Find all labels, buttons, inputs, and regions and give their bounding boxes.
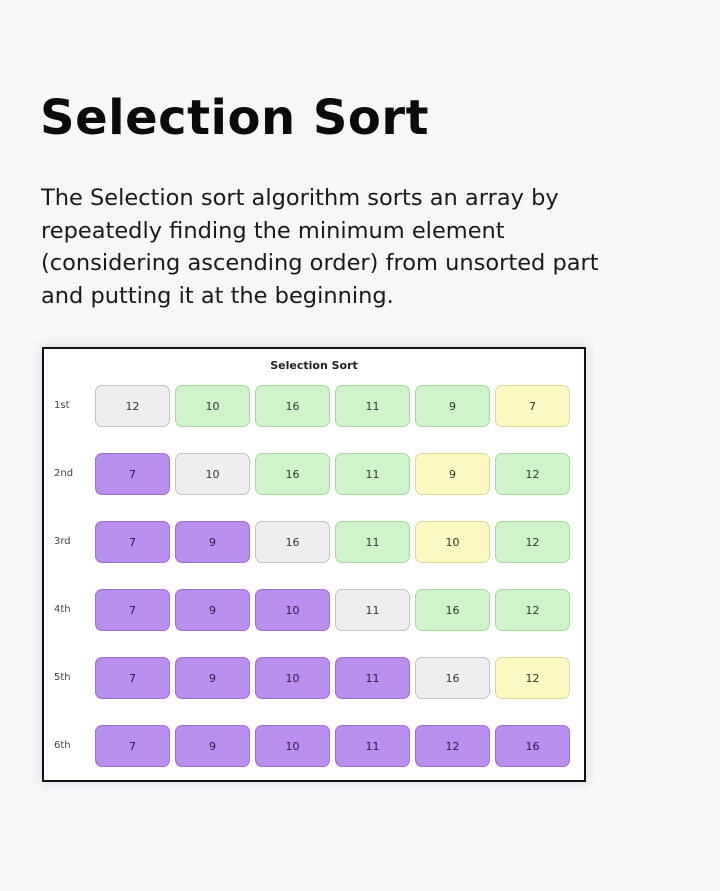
pass-row: 3rd 7 9 16 11 10 12 <box>44 521 584 565</box>
array-cell-sorted: 11 <box>335 725 410 767</box>
array-cell-sorted: 7 <box>95 725 170 767</box>
array-cell-unsorted: 12 <box>495 589 570 631</box>
array-cell-current: 16 <box>255 521 330 563</box>
pass-row: 4th 7 9 10 11 16 12 <box>44 589 584 633</box>
array-cell-unsorted: 16 <box>255 453 330 495</box>
pass-row: 6th 7 9 10 11 12 16 <box>44 725 584 769</box>
array-cell-unsorted: 10 <box>175 385 250 427</box>
page-title: Selection Sort <box>40 90 430 146</box>
array-cell-current: 12 <box>95 385 170 427</box>
array-cell-sorted: 9 <box>175 725 250 767</box>
pass-label: 6th <box>54 740 71 751</box>
figure-title: Selection Sort <box>270 359 358 372</box>
pass-label: 4th <box>54 604 71 615</box>
array-cell-minimum: 10 <box>415 521 490 563</box>
pass-label: 2nd <box>54 468 74 479</box>
pass-row: 2nd 7 10 16 11 9 12 <box>44 453 584 497</box>
array-cell-sorted: 9 <box>175 657 250 699</box>
array-cell-sorted: 12 <box>415 725 490 767</box>
pass-label: 5th <box>54 672 71 683</box>
array-cell-unsorted: 12 <box>495 453 570 495</box>
array-cell-current: 16 <box>415 657 490 699</box>
pass-label: 3rd <box>54 536 71 547</box>
array-cell-unsorted: 16 <box>415 589 490 631</box>
array-cell-sorted: 10 <box>255 657 330 699</box>
array-cell-minimum: 7 <box>495 385 570 427</box>
array-cell-minimum: 9 <box>415 453 490 495</box>
array-cell-sorted: 9 <box>175 589 250 631</box>
array-cell-sorted: 9 <box>175 521 250 563</box>
array-cell-sorted: 16 <box>495 725 570 767</box>
array-cell-sorted: 11 <box>335 657 410 699</box>
array-cell-unsorted: 11 <box>335 521 410 563</box>
pass-row: 1st 12 10 16 11 9 7 <box>44 385 584 429</box>
array-cell-minimum: 12 <box>495 657 570 699</box>
array-cell-unsorted: 12 <box>495 521 570 563</box>
description-text: The Selection sort algorithm sorts an ar… <box>41 185 599 309</box>
array-cell-unsorted: 9 <box>415 385 490 427</box>
array-cell-unsorted: 16 <box>255 385 330 427</box>
array-cell-current: 11 <box>335 589 410 631</box>
array-cell-current: 10 <box>175 453 250 495</box>
array-cell-sorted: 7 <box>95 521 170 563</box>
pass-label: 1st <box>54 400 70 411</box>
array-cell-unsorted: 11 <box>335 453 410 495</box>
array-cell-unsorted: 11 <box>335 385 410 427</box>
array-cell-sorted: 7 <box>95 657 170 699</box>
array-cell-sorted: 10 <box>255 589 330 631</box>
selection-sort-figure: Selection Sort 1st 12 10 16 11 9 7 2nd 7 10 16 11 9 1… <box>42 347 586 782</box>
pass-row: 5th 7 9 10 11 16 12 <box>44 657 584 701</box>
array-cell-sorted: 7 <box>95 453 170 495</box>
array-cell-sorted: 7 <box>95 589 170 631</box>
array-cell-sorted: 10 <box>255 725 330 767</box>
